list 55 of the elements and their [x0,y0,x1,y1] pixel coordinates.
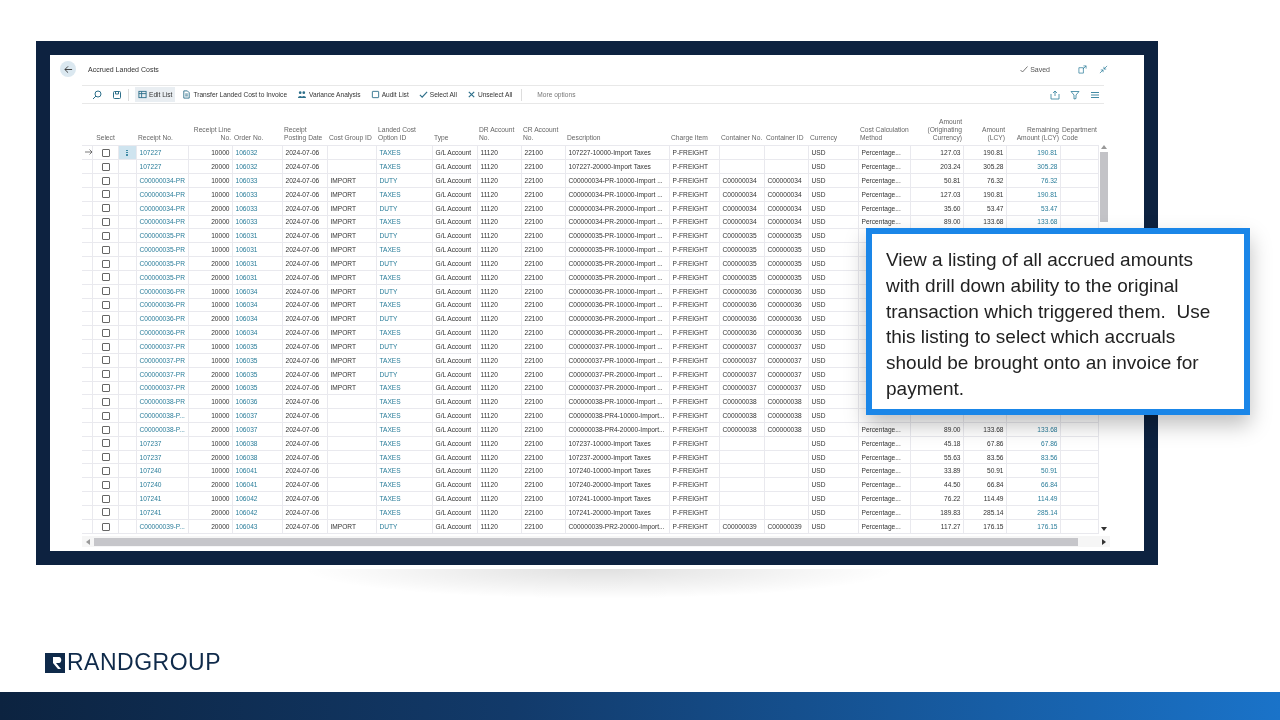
callout-text: View a listing of all accrued amounts with drill down ability to the original transaction which triggered them. Use this listing to select which accruals should be brought onto an invoice for payment. [885,248,1212,401]
row-checkbox[interactable] [101,508,110,517]
square-icon [370,90,380,99]
row-checkbox[interactable] [101,259,110,268]
row-checkbox[interactable] [101,439,110,448]
horizontal-scrollbar[interactable] [82,536,1110,547]
scrollbar-thumb[interactable] [94,537,1078,546]
row-checkbox[interactable] [101,162,110,171]
collapse-icon[interactable] [1099,64,1108,74]
row-checkbox[interactable] [101,273,110,282]
row-checkbox[interactable] [101,397,110,406]
row-checkbox[interactable] [101,522,110,531]
row-checkbox[interactable] [101,480,110,489]
row-checkbox[interactable] [101,467,110,475]
row-checkbox[interactable] [101,204,110,213]
row-checkbox[interactable] [101,190,110,199]
back-arrow-icon [63,64,73,74]
scroll-up-icon[interactable] [1101,145,1108,149]
row-checkbox[interactable] [101,148,110,157]
check-icon [418,90,428,99]
row-checkbox[interactable] [101,301,110,310]
scrollbar-thumb[interactable] [1100,152,1109,222]
current-row-arrow-icon [85,149,93,156]
people-icon [297,90,308,99]
row-checkbox[interactable] [101,411,110,420]
logo-text: RANDGROUP [67,649,221,676]
row-checkbox[interactable] [101,231,110,240]
scroll-right-icon[interactable] [1102,538,1106,545]
row-checkbox[interactable] [101,314,110,323]
share-icon[interactable] [1050,89,1060,100]
scroll-left-icon[interactable] [86,538,90,545]
row-checkbox[interactable] [101,287,110,296]
row-checkbox[interactable] [101,384,110,393]
list-icon[interactable] [1090,89,1100,100]
open-in-new-window-icon[interactable] [1078,64,1087,74]
row-checkbox[interactable] [101,328,110,337]
search-icon[interactable] [92,89,102,100]
row-checkbox[interactable] [101,245,110,254]
table-edit-icon [138,90,147,99]
row-checkbox[interactable] [101,176,110,185]
row-checkbox[interactable] [101,425,110,434]
scroll-down-icon[interactable] [1101,527,1108,531]
row-checkbox[interactable] [101,356,110,365]
row-checkbox[interactable] [101,494,110,503]
document-icon [182,90,192,99]
row-checkbox[interactable] [101,342,110,351]
check-icon [1020,65,1029,73]
filter-icon[interactable] [1070,89,1080,100]
row-checkbox[interactable] [101,370,110,379]
close-icon [466,90,476,99]
back-button[interactable] [60,61,76,77]
page-icon[interactable] [112,89,122,100]
logo-icon [45,652,65,673]
row-checkbox[interactable] [101,453,110,462]
row-checkbox[interactable] [101,218,110,227]
